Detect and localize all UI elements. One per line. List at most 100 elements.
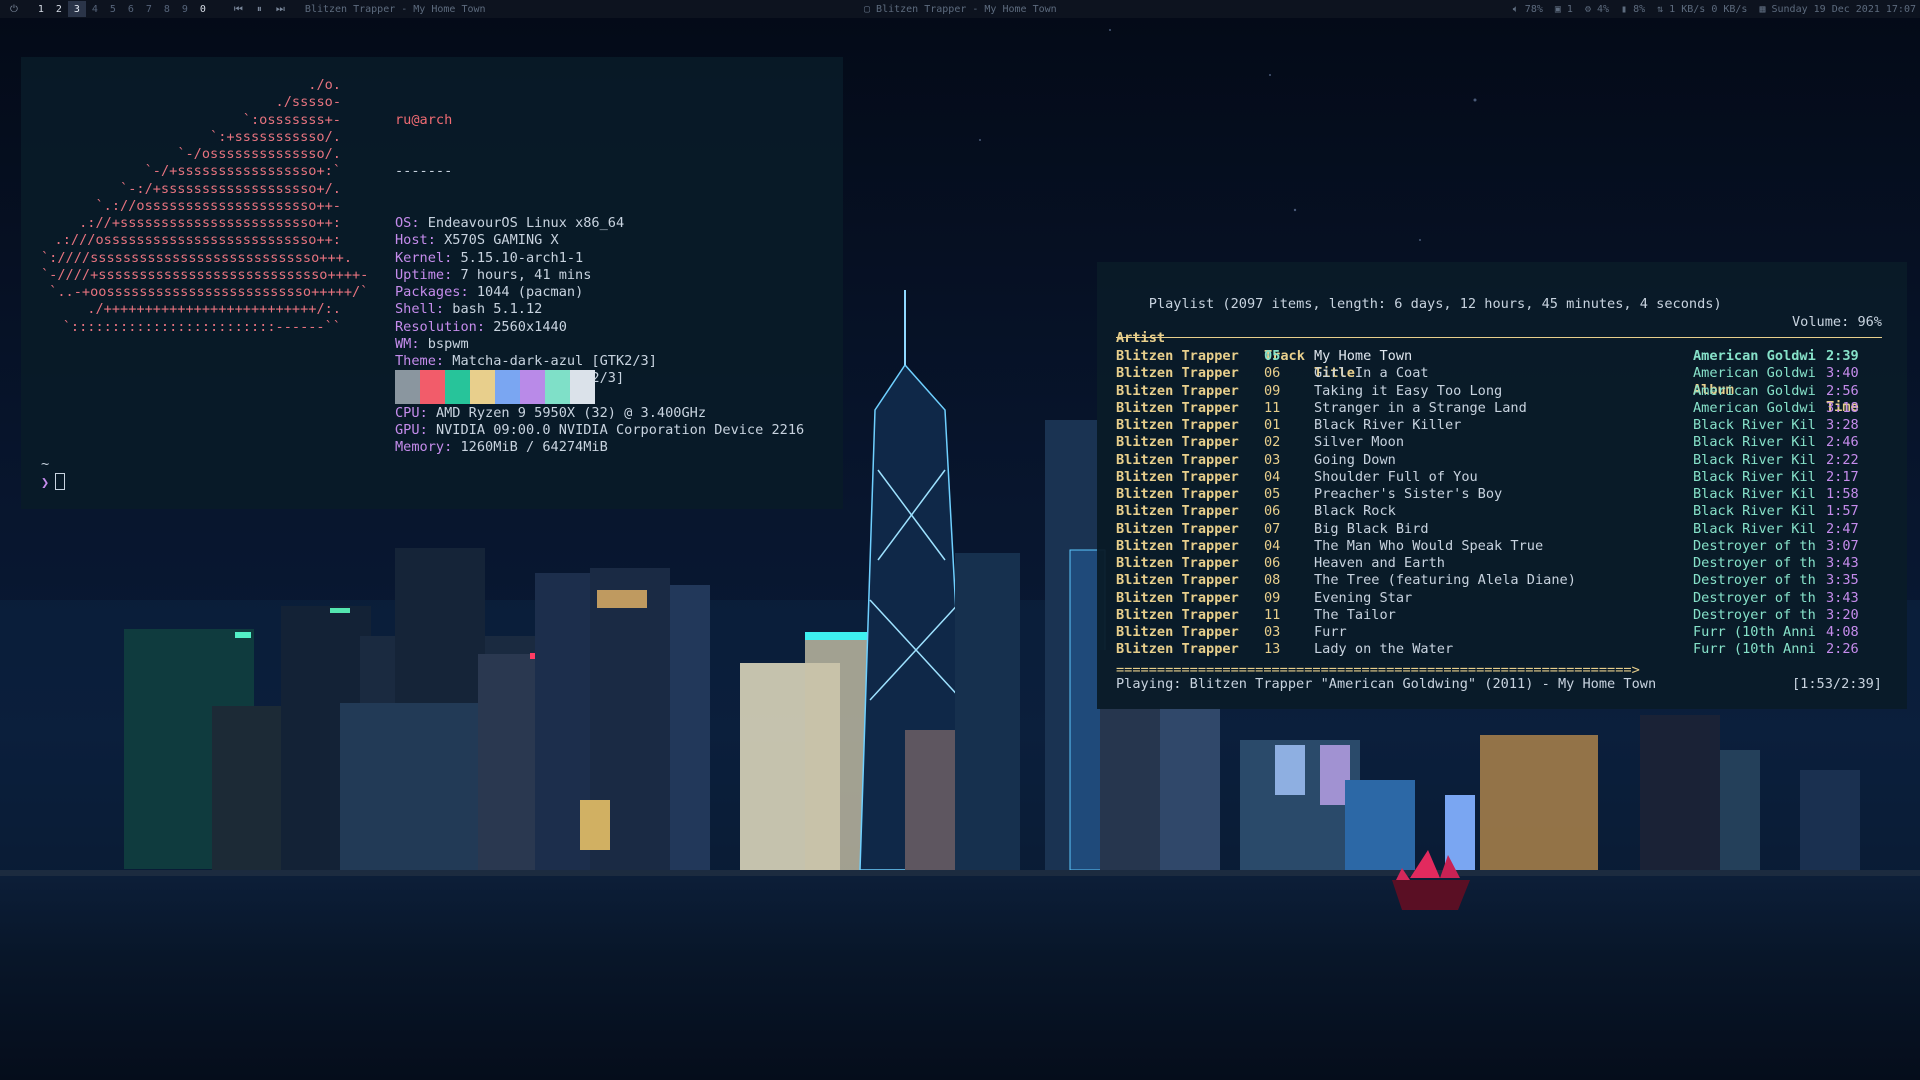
track-row[interactable]: Blitzen Trapper 03 Going Down Black River K… [1116, 452, 1882, 469]
elapsed-time: [1:53/2:39] [1791, 676, 1882, 692]
track-artist: Blitzen Trapper [1116, 624, 1239, 640]
track-artist: Blitzen Trapper [1116, 468, 1239, 485]
track-artist: Blitzen Trapper [1116, 365, 1239, 382]
track-title: The Tailor [1314, 606, 1396, 623]
track-artist: Blitzen Trapper [1116, 520, 1239, 537]
track-album: American Goldwi [1693, 382, 1816, 399]
now-playing-text: Playing: Blitzen Trapper "American Goldw… [1116, 676, 1657, 692]
ascii-line: `-/+sssssssssssssssso+:` [144, 163, 341, 180]
track-track: 03 [1264, 451, 1281, 468]
track-track: 06 [1264, 555, 1281, 571]
track-artist: Blitzen Trapper [1116, 537, 1239, 554]
track-title: Going Down [1314, 451, 1396, 468]
track-track: 11 [1264, 606, 1281, 623]
info-field: Packages: 1044 (pacman) [395, 284, 804, 301]
ascii-line: `:+sssssssssso/. [193, 128, 341, 145]
ascii-line: `:////ssssssssssssssssssssssssssso+++. [41, 249, 352, 266]
track-row[interactable]: Blitzen Trapper 07 Big Black Bird Black Riv… [1116, 521, 1882, 538]
volume-indicator[interactable]: 🔈︎ 78% [1513, 4, 1543, 15]
workspace-2[interactable]: 2 [50, 1, 68, 17]
track-track: 03 [1264, 624, 1281, 640]
workspace-7[interactable]: 7 [140, 1, 158, 17]
workspace-1[interactable]: 1 [32, 1, 50, 17]
track-artist: Blitzen Trapper [1116, 572, 1239, 589]
track-row[interactable]: Blitzen Trapper 11 The Tailor Destroyer of … [1116, 607, 1882, 624]
track-title: Shoulder Full of You [1314, 468, 1478, 485]
track-row[interactable]: Blitzen Trapper 06 Girl In a Coat American … [1116, 365, 1882, 382]
track-row[interactable]: Blitzen Trapper 08 The Tree (featuring Ale… [1116, 572, 1882, 589]
track-row[interactable]: Blitzen Trapper 04 The Man Who Would Speak… [1116, 538, 1882, 555]
cpu-icon: ⚙ [1584, 3, 1597, 15]
pause-icon[interactable]: ⏸ [257, 4, 262, 15]
next-icon[interactable]: ⏭ [276, 4, 285, 15]
neofetch-terminal[interactable]: ./o. ./sssso- `:osssssss+- `:+ssssssssss… [21, 57, 843, 509]
info-colon: : [419, 404, 436, 421]
track-artist: Blitzen Trapper [1116, 434, 1239, 451]
user-host-text: ru@arch [395, 111, 453, 128]
track-time: 3:18 [1826, 399, 1859, 416]
track-row[interactable]: Blitzen Trapper 09 Evening Star Destroyer o… [1116, 590, 1882, 607]
power-icon[interactable]: ⏻ [10, 4, 18, 15]
info-field: GPU: NVIDIA 09:00.0 NVIDIA Corporation D… [395, 422, 804, 439]
track-time: 2:47 [1826, 520, 1859, 537]
track-time: 3:28 [1826, 417, 1859, 433]
track-title: Stranger in a Strange Land [1314, 399, 1527, 416]
workspace-8[interactable]: 8 [158, 1, 176, 17]
color-swatch [420, 370, 445, 404]
info-colon: : [476, 318, 494, 335]
track-row[interactable]: Blitzen Trapper 02 Silver Moon Black River … [1116, 434, 1882, 451]
ascii-line: .:///ossssssssssssssssssssssssso++: [54, 232, 341, 249]
track-track: 06 [1264, 503, 1281, 520]
track-title: Evening Star [1314, 589, 1413, 606]
workspace-5[interactable]: 5 [104, 1, 122, 17]
workspace-0[interactable]: 0 [194, 1, 212, 17]
info-key: Host [395, 232, 428, 249]
prompt-cwd: ~ [41, 456, 50, 472]
col-artist-header[interactable]: Artist [1116, 330, 1165, 347]
track-track: 05 [1264, 486, 1281, 502]
track-track: 09 [1264, 382, 1281, 399]
track-row[interactable]: Blitzen Trapper 05 Preacher's Sister's Boy… [1116, 486, 1882, 503]
track-time: 3:35 [1826, 572, 1859, 589]
info-value: 1044 (pacman) [476, 284, 584, 300]
network-indicator: ⇅ 1 KB/s 0 KB/s [1657, 4, 1747, 15]
color-swatch [520, 370, 545, 404]
track-row[interactable]: Blitzen Trapper 06 Black Rock Black River K… [1116, 503, 1882, 520]
track-track: 11 [1264, 399, 1281, 416]
track-row[interactable]: Blitzen Trapper 03 Furr Furr (10th Anni 4:08 [1116, 624, 1882, 641]
track-row[interactable]: Blitzen Trapper 06 Heaven and Earth Destroy… [1116, 555, 1882, 572]
music-player-terminal[interactable]: Playlist (2097 items, length: 6 days, 12… [1097, 262, 1907, 709]
track-row[interactable]: Blitzen Trapper 09 Taking it Easy Too Long… [1116, 383, 1882, 400]
track-row[interactable]: Blitzen Trapper 05 My Home Town American Go… [1116, 348, 1882, 365]
track-row[interactable]: Blitzen Trapper 01 Black River Killer Black… [1116, 417, 1882, 434]
track-row[interactable]: Blitzen Trapper 04 Shoulder Full of You Bla… [1116, 469, 1882, 486]
memory-value: 8% [1633, 3, 1646, 15]
track-album: Furr (10th Anni [1693, 624, 1816, 640]
color-swatch [445, 370, 470, 404]
track-artist: Blitzen Trapper [1116, 486, 1239, 502]
info-key: OS [395, 215, 412, 231]
ascii-line: `.://osssssssssssssssssssso++- [95, 197, 341, 214]
info-key: Packages [395, 284, 461, 300]
info-value: X570S GAMING X [444, 232, 559, 249]
track-track: 08 [1264, 572, 1281, 589]
shell-prompt[interactable]: ~ ❯ [41, 456, 66, 493]
track-time: 2:22 [1826, 451, 1859, 468]
info-colon: : [444, 266, 461, 283]
focused-window-title: ▢ Blitzen Trapper - My Home Town [864, 4, 1057, 15]
info-value: 1260MiB / 64274MiB [460, 439, 608, 456]
track-track: 13 [1264, 641, 1281, 658]
info-value: bash 5.1.12 [452, 301, 543, 318]
workspace-6[interactable]: 6 [122, 1, 140, 17]
track-row[interactable]: Blitzen Trapper 13 Lady on the Water Furr (… [1116, 641, 1882, 658]
previous-icon[interactable]: ⏮ [234, 4, 243, 15]
track-row[interactable]: Blitzen Trapper 11 Stranger in a Strange L… [1116, 400, 1882, 417]
track-album: Black River Kil [1693, 468, 1816, 485]
track-title: Girl In a Coat [1314, 365, 1429, 382]
color-swatch [395, 370, 420, 404]
track-title: Furr [1314, 624, 1347, 640]
workspace-3[interactable]: 3 [67, 1, 86, 17]
workspace-4[interactable]: 4 [86, 1, 104, 17]
track-track: 07 [1264, 520, 1281, 537]
workspace-9[interactable]: 9 [176, 1, 194, 17]
